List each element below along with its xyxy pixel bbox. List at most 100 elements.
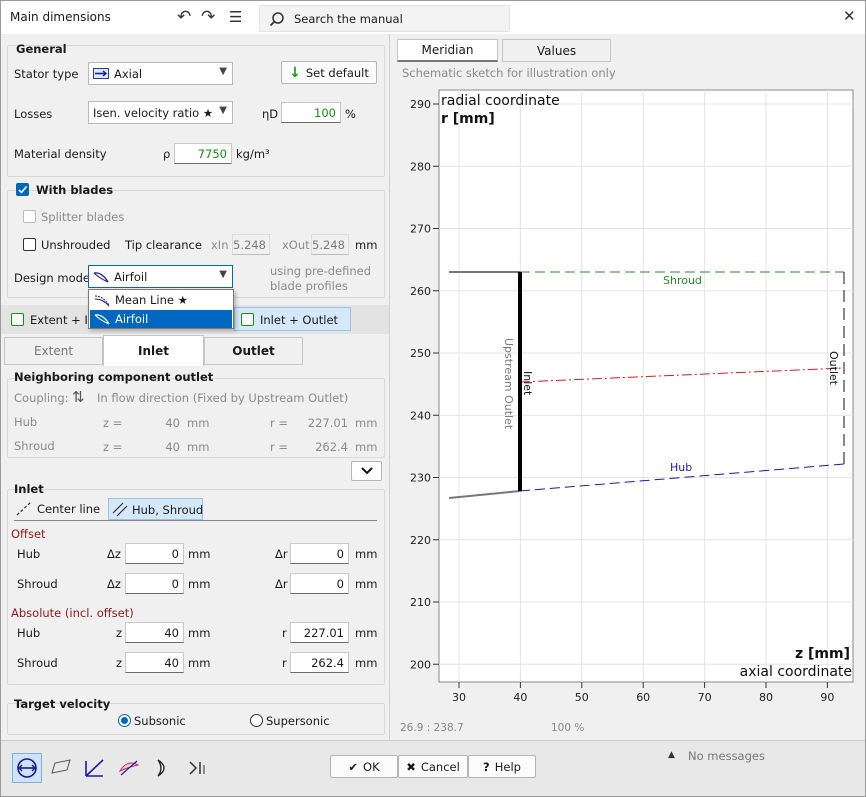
ok-button[interactable]: ✔ OK xyxy=(330,755,398,778)
search-manual-button[interactable]: Search the manual xyxy=(259,5,510,32)
y-tick-label: 200 xyxy=(410,658,431,671)
with-blades-label: With blades xyxy=(36,183,114,197)
stator-type-select[interactable]: Axial ▼ xyxy=(88,62,233,85)
mean-line-icon xyxy=(94,295,110,307)
eta-input[interactable]: 100 xyxy=(281,102,341,123)
mm-unit: mm xyxy=(188,577,211,591)
tab-outlet[interactable]: Outlet xyxy=(204,337,303,365)
y-tick-label: 220 xyxy=(410,534,431,547)
tip-clearance-label: Tip clearance xyxy=(125,238,202,252)
neighbor-shroud-r: 262.4 xyxy=(315,440,348,454)
offset-hub-dr-input[interactable]: 0 xyxy=(290,543,349,564)
x-tick-label: 30 xyxy=(452,691,466,704)
splitter-blades-checkbox[interactable] xyxy=(23,210,36,223)
x-tick-label: 40 xyxy=(513,691,527,704)
offset-hub-dz-input[interactable]: 0 xyxy=(125,543,184,564)
inlet-outlet-label: Inlet + Outlet xyxy=(260,313,339,327)
checkmark-icon xyxy=(18,185,28,194)
outlet-label: Outlet xyxy=(827,351,840,386)
xin-input[interactable]: 5.248 xyxy=(232,234,270,255)
meridian-view-button[interactable] xyxy=(12,753,42,783)
general-title: General xyxy=(16,42,67,56)
hub-shroud-icon xyxy=(112,502,128,517)
extent-inlet-checkbox[interactable] xyxy=(11,313,24,326)
y-axis-label-2: r [mm] xyxy=(441,111,495,127)
tab-inlet[interactable]: Inlet xyxy=(103,335,204,366)
search-icon xyxy=(269,12,284,27)
cancel-button[interactable]: ✖ Cancel xyxy=(398,755,468,778)
tab-extent[interactable]: Extent xyxy=(4,337,103,365)
profile-view-button[interactable] xyxy=(114,753,144,783)
hub-shroud-option[interactable]: Hub, Shroud xyxy=(108,498,203,520)
cancel-label: Cancel xyxy=(420,759,460,774)
expand-button[interactable] xyxy=(351,461,382,481)
inlet-title: Inlet xyxy=(14,482,44,496)
chevron-down-icon: ▼ xyxy=(219,269,227,280)
help-icon: ? xyxy=(483,759,490,774)
dropdown-item-mean-line[interactable]: Mean Line ★ xyxy=(90,291,232,309)
x-axis-label-2: axial coordinate xyxy=(740,664,852,680)
set-default-button[interactable]: ↓ Set default xyxy=(281,61,377,84)
center-line-option[interactable]: Center line xyxy=(14,498,104,519)
abs-hub-z-input[interactable]: 40 xyxy=(125,622,184,643)
supersonic-radio[interactable] xyxy=(250,714,263,727)
design-mode-hint-1: using pre-defined xyxy=(270,264,372,278)
unshrouded-label: Unshrouded xyxy=(41,238,111,252)
abs-shroud-z-input[interactable]: 40 xyxy=(125,652,184,673)
y-axis-ticks: 290 280 270 260 250 240 230 220 210 200 xyxy=(410,98,439,671)
offset-hub-label: Hub xyxy=(17,547,41,561)
density-input[interactable]: 7750 xyxy=(174,143,232,164)
z-label: z xyxy=(116,626,123,640)
with-blades-checkbox[interactable] xyxy=(16,183,29,196)
blade-shape-button[interactable] xyxy=(148,753,178,783)
help-button[interactable]: ? Help xyxy=(468,755,536,778)
search-label: Search the manual xyxy=(294,12,403,26)
velocity-triangle-button[interactable] xyxy=(80,753,110,783)
tab-meridian[interactable]: Meridian xyxy=(397,39,498,62)
menu-icon[interactable]: ☰ xyxy=(229,7,242,27)
messages-status: No messages xyxy=(688,749,765,763)
upstream-outlet-label: Upstream Outlet xyxy=(502,338,515,430)
design-mode-select[interactable]: Airfoil ▼ xyxy=(88,265,233,288)
mm-unit: mm xyxy=(188,626,211,640)
plot-area xyxy=(438,89,854,683)
splitter-blades-label: Splitter blades xyxy=(41,210,125,224)
y-tick-label: 280 xyxy=(410,160,431,173)
dropdown-item-airfoil[interactable]: Airfoil xyxy=(90,310,232,328)
offset-shroud-dr-input[interactable]: 0 xyxy=(290,573,349,594)
y-axis-label-1: radial coordinate xyxy=(441,93,560,109)
subsonic-radio[interactable] xyxy=(118,714,131,727)
inlet-outlet-toggle[interactable]: Inlet + Outlet xyxy=(234,307,351,331)
losses-select[interactable]: Isen. velocity ratio ★ ▼ xyxy=(88,101,233,124)
r-label: r xyxy=(282,656,287,670)
inlet-outlet-checkbox xyxy=(241,313,254,326)
next-step-button[interactable] xyxy=(182,753,212,783)
abs-shroud-r-input[interactable]: 262.4 xyxy=(290,652,349,673)
offset-title: Offset xyxy=(11,527,46,541)
redo-icon[interactable]: ↷ xyxy=(201,7,215,27)
design-mode-hint-2: blade profiles xyxy=(270,279,348,293)
x-tick-label: 50 xyxy=(575,691,589,704)
offset-shroud-dz-input[interactable]: 0 xyxy=(125,573,184,594)
close-icon[interactable]: ✕ xyxy=(843,7,856,25)
hub-label: Hub xyxy=(670,461,692,474)
unshrouded-checkbox[interactable] xyxy=(23,238,36,251)
undo-icon[interactable]: ↶ xyxy=(177,7,191,27)
shroud-label: Shroud xyxy=(663,274,702,287)
mm-unit: mm xyxy=(355,577,378,591)
xout-input[interactable]: 5.248 xyxy=(311,234,349,255)
crescent-icon xyxy=(157,759,165,777)
mm-unit: mm xyxy=(355,416,378,430)
abs-hub-r-input[interactable]: 227.01 xyxy=(290,622,349,643)
blade-view-button[interactable] xyxy=(46,753,76,783)
density-unit: kg/m³ xyxy=(236,147,270,161)
tab-values[interactable]: Values xyxy=(502,39,611,62)
velocity-triangle-icon xyxy=(85,759,104,777)
y-tick-label: 240 xyxy=(410,409,431,422)
expand-messages-icon[interactable]: ▲ xyxy=(668,750,675,760)
y-tick-label: 270 xyxy=(410,223,431,236)
meridian-icon xyxy=(17,758,37,778)
neighbor-shroud-z: 40 xyxy=(165,440,180,454)
set-default-label: Set default xyxy=(305,65,369,80)
x-tick-label: 60 xyxy=(636,691,650,704)
